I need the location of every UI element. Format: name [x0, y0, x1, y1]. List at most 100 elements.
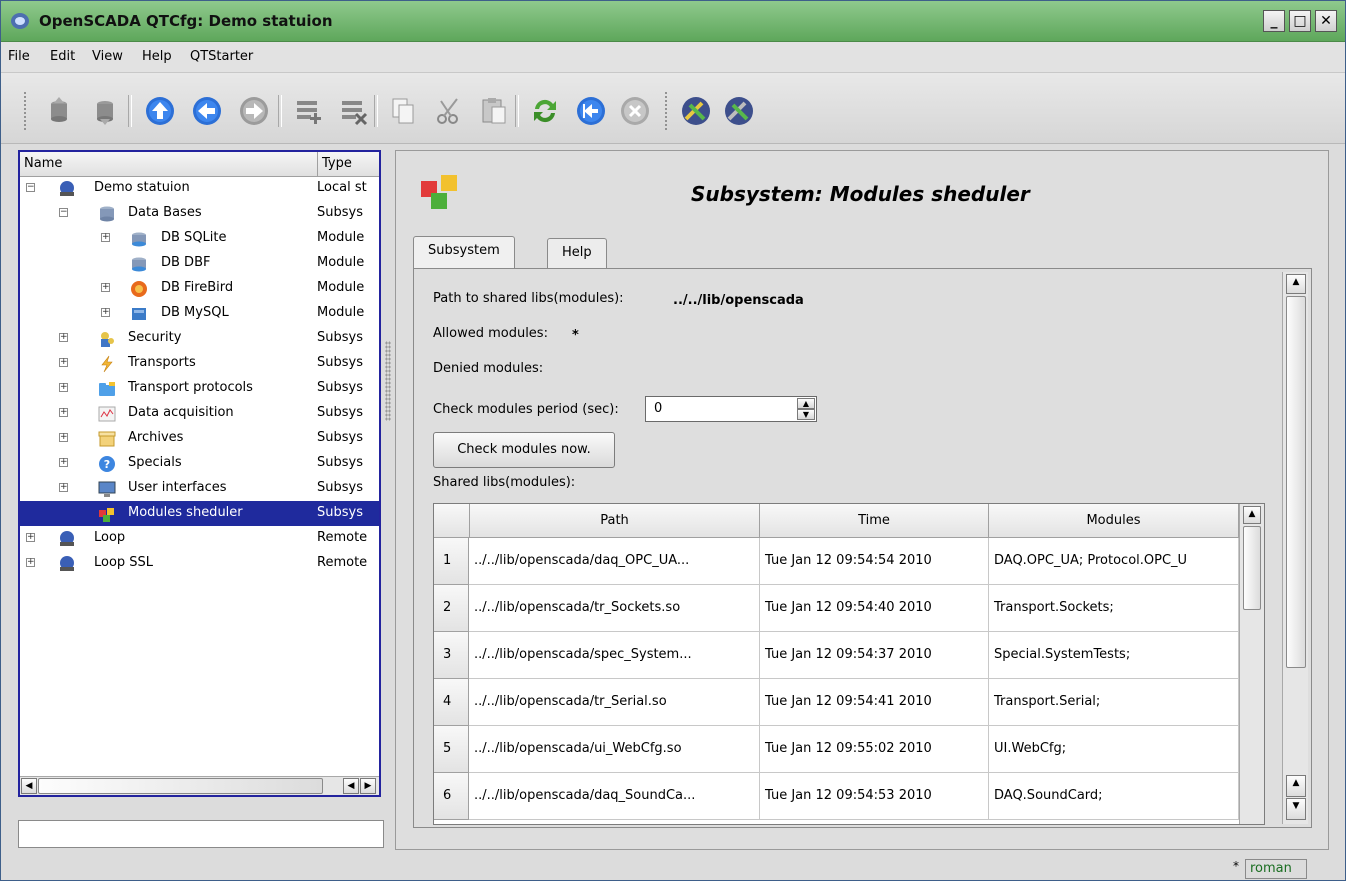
qtcfg-module-icon-2[interactable] [723, 95, 755, 127]
collapse-toggle[interactable]: − [26, 183, 35, 192]
menu-edit[interactable]: Edit [50, 49, 75, 64]
copy-icon[interactable] [387, 95, 419, 127]
add-item-icon[interactable] [293, 95, 325, 127]
qtcfg-module-icon[interactable] [680, 95, 712, 127]
scroll-thumb[interactable] [1243, 526, 1261, 610]
expand-toggle[interactable]: + [59, 433, 68, 442]
status-input[interactable] [18, 820, 384, 848]
maximize-button[interactable]: □ [1289, 10, 1311, 32]
tree-item-db-sqlite[interactable]: + DB SQLite Module [20, 226, 379, 251]
cell-modules[interactable]: Special.SystemTests; [989, 632, 1239, 679]
tree-item-data-bases[interactable]: − Data Bases Subsys [20, 201, 379, 226]
scroll-up-icon[interactable]: ▲ [1286, 775, 1306, 797]
cut-icon[interactable] [433, 95, 465, 127]
tree-item-db-firebird[interactable]: + DB FireBird Module [20, 276, 379, 301]
tree-item-transports[interactable]: + Transports Subsys [20, 351, 379, 376]
toolbar-grip[interactable] [23, 91, 27, 131]
expand-toggle[interactable]: + [59, 458, 68, 467]
stop-icon[interactable] [619, 95, 651, 127]
expand-toggle[interactable]: + [59, 408, 68, 417]
period-spinbox[interactable]: 0 ▲ ▼ [645, 396, 817, 422]
cell-modules[interactable]: Transport.Sockets; [989, 585, 1239, 632]
scroll-thumb[interactable] [38, 778, 323, 794]
col-time[interactable]: Time [760, 504, 989, 538]
db-load-icon[interactable] [43, 95, 75, 127]
pane-vertical-scrollbar[interactable]: ▲ ▲ ▼ [1282, 272, 1308, 824]
scroll-down-icon[interactable]: ▼ [1286, 798, 1306, 820]
scroll-thumb[interactable] [1286, 296, 1306, 668]
tree-col-type[interactable]: Type [317, 152, 356, 176]
cell-path[interactable]: ../../lib/openscada/tr_Sockets.so [469, 585, 760, 632]
spin-up-icon[interactable]: ▲ [797, 398, 815, 409]
scroll-left-icon[interactable]: ◀ [343, 778, 359, 794]
expand-toggle[interactable]: + [26, 558, 35, 567]
forward-icon[interactable] [238, 95, 270, 127]
expand-toggle[interactable]: + [101, 283, 110, 292]
tree-item-db-mysql[interactable]: + DB MySQL Module [20, 301, 379, 326]
tree-item-specials[interactable]: + ? Specials Subsys [20, 451, 379, 476]
menu-help[interactable]: Help [142, 49, 172, 64]
cell-time[interactable]: Tue Jan 12 09:54:40 2010 [760, 585, 989, 632]
up-icon[interactable] [144, 95, 176, 127]
cell-time[interactable]: Tue Jan 12 09:55:02 2010 [760, 726, 989, 773]
expand-toggle[interactable]: + [59, 358, 68, 367]
row-number[interactable]: 4 [434, 679, 469, 726]
expand-toggle[interactable]: + [101, 308, 110, 317]
tree-item-archives[interactable]: + Archives Subsys [20, 426, 379, 451]
cell-path[interactable]: ../../lib/openscada/ui_WebCfg.so [469, 726, 760, 773]
col-path[interactable]: Path [470, 504, 760, 538]
tree-item-db-dbf[interactable]: DB DBF Module [20, 251, 379, 276]
cell-time[interactable]: Tue Jan 12 09:54:53 2010 [760, 773, 989, 820]
tree-item-data-acquisition[interactable]: + Data acquisition Subsys [20, 401, 379, 426]
paste-icon[interactable] [478, 95, 510, 127]
table-vertical-scrollbar[interactable]: ▲ [1239, 504, 1264, 824]
scroll-right-icon[interactable]: ▶ [360, 778, 376, 794]
tree-item-demo-statuion[interactable]: − Demo statuion Local st [20, 176, 379, 201]
tree-item-loop-ssl[interactable]: + Loop SSL Remote [20, 551, 379, 576]
tree-horizontal-scrollbar[interactable]: ◀ ◀ ▶ [20, 776, 379, 795]
tree-col-name[interactable]: Name [24, 156, 62, 171]
row-number[interactable]: 2 [434, 585, 469, 632]
toolbar-grip[interactable] [664, 91, 668, 131]
cell-modules[interactable]: DAQ.OPC_UA; Protocol.OPC_U [989, 538, 1239, 585]
cell-time[interactable]: Tue Jan 12 09:54:54 2010 [760, 538, 989, 585]
close-button[interactable]: ✕ [1315, 10, 1337, 32]
scroll-up-icon[interactable]: ▲ [1243, 506, 1261, 524]
col-modules[interactable]: Modules [989, 504, 1239, 538]
db-save-icon[interactable] [89, 95, 121, 127]
expand-toggle[interactable]: + [59, 483, 68, 492]
expand-toggle[interactable]: + [59, 383, 68, 392]
menu-view[interactable]: View [92, 49, 123, 64]
row-number[interactable]: 6 [434, 773, 469, 820]
navigation-tree[interactable]: Name Type − Demo statuion Local st − Dat… [18, 150, 381, 797]
modules-table[interactable]: Path Time Modules 1 ../../lib/openscada/… [433, 503, 1265, 825]
tree-item-security[interactable]: + Security Subsys [20, 326, 379, 351]
cell-modules[interactable]: UI.WebCfg; [989, 726, 1239, 773]
tree-item-transport-protocols[interactable]: + Transport protocols Subsys [20, 376, 379, 401]
menu-qtstarter[interactable]: QTStarter [190, 49, 253, 64]
cell-path[interactable]: ../../lib/openscada/spec_System... [469, 632, 760, 679]
tree-item-loop[interactable]: + Loop Remote [20, 526, 379, 551]
delete-item-icon[interactable] [338, 95, 370, 127]
cell-time[interactable]: Tue Jan 12 09:54:41 2010 [760, 679, 989, 726]
tab-help[interactable]: Help [547, 238, 607, 268]
cell-path[interactable]: ../../lib/openscada/tr_Serial.so [469, 679, 760, 726]
cell-path[interactable]: ../../lib/openscada/daq_SoundCa... [469, 773, 760, 820]
cell-modules[interactable]: Transport.Serial; [989, 679, 1239, 726]
expand-toggle[interactable]: + [26, 533, 35, 542]
current-user[interactable]: roman [1245, 859, 1307, 879]
tab-subsystem[interactable]: Subsystem [413, 236, 515, 268]
minimize-button[interactable]: _ [1263, 10, 1285, 32]
row-number[interactable]: 3 [434, 632, 469, 679]
check-modules-button[interactable]: Check modules now. [433, 432, 615, 468]
splitter-handle[interactable] [385, 341, 391, 421]
tree-item-modules-sheduler[interactable]: Modules sheduler Subsys [20, 501, 379, 526]
menu-file[interactable]: File [8, 49, 30, 64]
collapse-toggle[interactable]: − [59, 208, 68, 217]
scroll-up-icon[interactable]: ▲ [1286, 274, 1306, 294]
cell-path[interactable]: ../../lib/openscada/daq_OPC_UA... [469, 538, 760, 585]
back-icon[interactable] [191, 95, 223, 127]
spin-down-icon[interactable]: ▼ [797, 409, 815, 420]
refresh-icon[interactable] [529, 95, 561, 127]
tree-item-user-interfaces[interactable]: + User interfaces Subsys [20, 476, 379, 501]
